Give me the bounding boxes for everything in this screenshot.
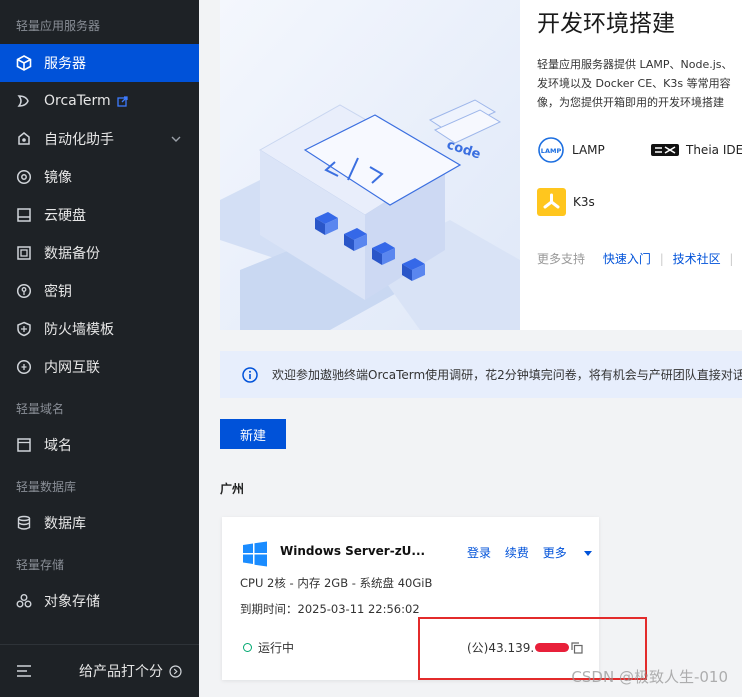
community-link[interactable]: 技术社区	[673, 252, 721, 266]
login-button[interactable]: 登录	[467, 546, 491, 560]
robot-icon	[15, 130, 33, 148]
sidebar-item-label: OrcaTerm	[44, 93, 111, 109]
description-line: 像，为您提供开箱即用的开发环境搭建	[537, 96, 724, 109]
lamp-icon: LAMP	[537, 136, 565, 164]
sidebar-item-database[interactable]: 数据库	[0, 504, 199, 542]
theia-icon	[650, 140, 680, 160]
status-dot-icon	[243, 643, 252, 652]
server-card[interactable]: Windows Server-zU... 登录 续费 更多 CPU 2核 - 内…	[222, 517, 599, 680]
rate-product-label: 给产品打个分	[79, 664, 163, 680]
link-separator: |	[729, 252, 734, 266]
storage-icon	[15, 592, 33, 610]
new-instance-button[interactable]: 新建	[220, 419, 286, 449]
dev-env-card: code 开发环境搭建 轻量应用服务器提供 LAMP、Node.js、 发环境以…	[220, 0, 742, 330]
more-actions-button[interactable]: 更多	[543, 546, 602, 560]
more-support-label: 更多支持	[537, 252, 586, 266]
sidebar: 轻量应用服务器 服务器 OrcaTerm 自动化助手 镜像 云硬盘 数据备份 密…	[0, 0, 199, 697]
description-line: 发环境以及 Docker CE、K3s 等常用容	[537, 77, 731, 90]
copy-icon[interactable]	[571, 641, 583, 654]
description-line: 轻量应用服务器提供 LAMP、Node.js、	[537, 58, 733, 71]
env-label: Theia IDE	[686, 143, 742, 157]
server-actions: 登录 续费 更多	[467, 544, 602, 561]
section-title-domain: 轻量域名	[16, 402, 65, 416]
sidebar-item-firewall[interactable]: 防火墙模板	[0, 310, 199, 348]
env-label: LAMP	[572, 143, 605, 157]
rate-product-link[interactable]: 给产品打个分	[79, 661, 182, 681]
k3s-icon	[537, 188, 566, 216]
sidebar-item-label: 内网互联	[44, 360, 100, 376]
redaction-mark	[535, 643, 570, 652]
sidebar-item-intranet[interactable]: 内网互联	[0, 348, 199, 386]
sidebar-item-cloud-disk[interactable]: 云硬盘	[0, 196, 199, 234]
watermark: CSDN @极致人生-010	[571, 668, 728, 686]
env-item-lamp[interactable]: LAMP LAMP	[537, 136, 605, 164]
notice-text: 欢迎参加遨驰终端OrcaTerm使用调研，花2分钟填完问卷，将有机会与产研团队直…	[272, 368, 742, 382]
sidebar-item-label: 服务器	[44, 56, 86, 72]
sidebar-item-object-storage[interactable]: 对象存储	[0, 582, 199, 620]
section-title-storage: 轻量存储	[16, 558, 65, 572]
key-icon	[15, 282, 33, 300]
survey-notice: 欢迎参加遨驰终端OrcaTerm使用调研，花2分钟填完问卷，将有机会与产研团队直…	[220, 351, 742, 398]
region-label: 广州	[220, 482, 245, 496]
windows-icon	[242, 541, 268, 571]
sidebar-item-label: 数据库	[44, 516, 86, 532]
dev-env-description: 轻量应用服务器提供 LAMP、Node.js、 发环境以及 Docker CE、…	[537, 55, 742, 112]
sidebar-item-label: 镜像	[44, 170, 72, 186]
chevron-down-icon[interactable]	[171, 134, 181, 144]
sidebar-item-backup[interactable]: 数据备份	[0, 234, 199, 272]
sidebar-item-label: 云硬盘	[44, 208, 86, 224]
sidebar-item-servers[interactable]: 服务器	[0, 44, 199, 82]
section-title-database: 轻量数据库	[16, 480, 77, 494]
svg-text:LAMP: LAMP	[541, 147, 562, 155]
sidebar-item-label: 密钥	[44, 284, 72, 300]
disc-icon	[15, 168, 33, 186]
link-separator: |	[659, 252, 664, 266]
server-public-ip: (公)43.139.	[467, 639, 583, 656]
external-link-icon	[117, 95, 128, 107]
caret-down-icon	[583, 546, 592, 560]
sidebar-item-domain[interactable]: 域名	[0, 426, 199, 464]
quick-start-link[interactable]: 快速入门	[603, 252, 651, 266]
shield-icon	[15, 320, 33, 338]
sidebar-item-automation[interactable]: 自动化助手	[0, 120, 199, 158]
dev-env-title: 开发环境搭建	[537, 11, 675, 37]
sidebar-item-images[interactable]: 镜像	[0, 158, 199, 196]
status-label: 运行中	[258, 641, 295, 655]
sidebar-footer: 给产品打个分	[0, 644, 199, 697]
arrow-right-circle-icon	[169, 664, 182, 678]
section-title-lighthouse: 轻量应用服务器	[16, 19, 101, 33]
info-icon	[242, 366, 258, 383]
backup-icon	[15, 244, 33, 262]
server-spec: CPU 2核 - 内存 2GB - 系统盘 40GiB	[240, 576, 433, 590]
server-status: 运行中	[243, 639, 294, 656]
sidebar-item-label: 对象存储	[44, 594, 100, 610]
disk-icon	[15, 206, 33, 224]
server-expire-time: 到期时间：2025-03-11 22:56:02	[240, 602, 420, 616]
sidebar-item-label: 数据备份	[44, 246, 100, 262]
renew-button[interactable]: 续费	[505, 546, 529, 560]
orca-icon	[15, 92, 33, 110]
sidebar-item-label: 域名	[44, 438, 72, 454]
menu-icon[interactable]	[16, 664, 32, 678]
server-name[interactable]: Windows Server-zU...	[280, 544, 425, 558]
sidebar-item-label: 自动化助手	[44, 132, 114, 148]
more-actions-label: 更多	[542, 546, 567, 560]
domain-icon	[15, 436, 33, 454]
dev-env-illustration: code	[220, 0, 520, 330]
env-item-k3s[interactable]: K3s	[537, 188, 595, 216]
sidebar-item-orcaterm[interactable]: OrcaTerm	[0, 82, 199, 120]
env-label: K3s	[573, 195, 595, 209]
sidebar-item-label: 防火墙模板	[44, 322, 114, 338]
ip-label: (公)43.139.	[467, 641, 535, 655]
database-icon	[15, 514, 33, 532]
network-icon	[15, 358, 33, 376]
cube-icon	[15, 54, 33, 72]
more-support-row: 更多支持 快速入门 | 技术社区 | 开	[537, 250, 742, 267]
env-item-theia[interactable]: Theia IDE	[650, 140, 742, 160]
sidebar-item-keys[interactable]: 密钥	[0, 272, 199, 310]
